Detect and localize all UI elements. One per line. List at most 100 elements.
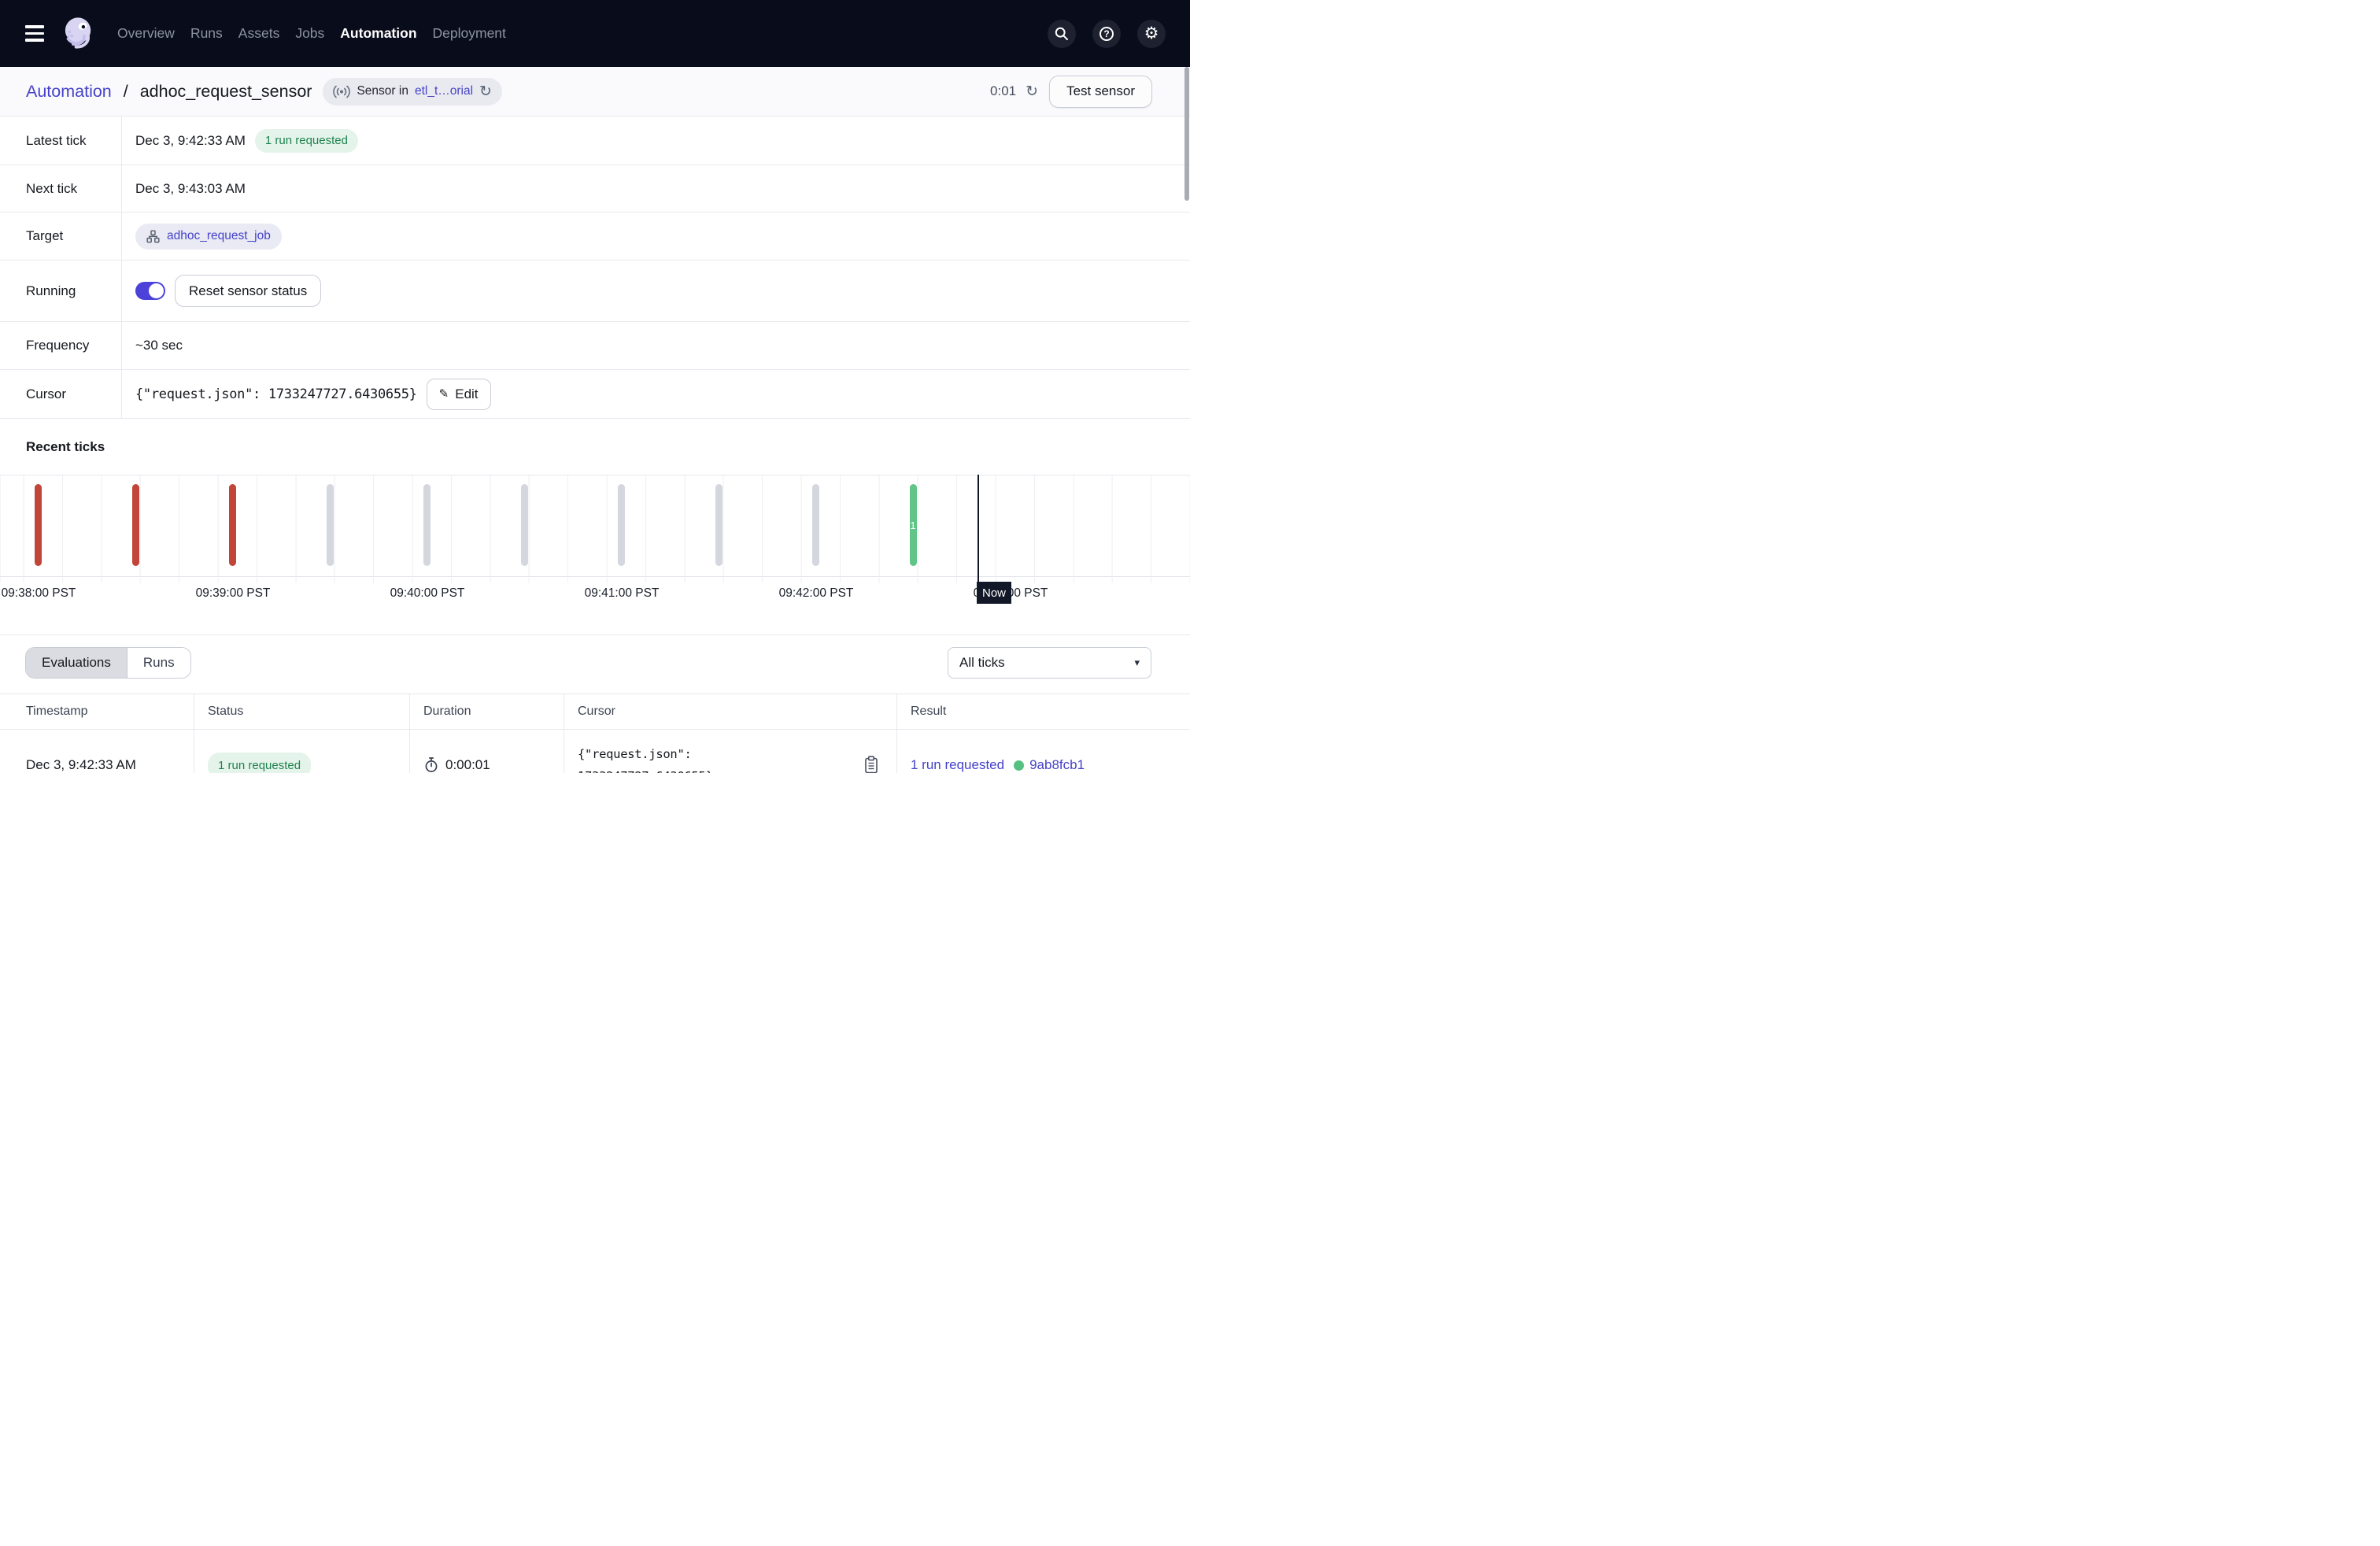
tick-bar-skipped[interactable] (423, 484, 431, 566)
tab-evaluations[interactable]: Evaluations (26, 648, 128, 678)
cell-cursor-line2: 1733247727.6430655} (578, 769, 713, 773)
tick-bar-skipped[interactable] (521, 484, 528, 566)
edit-cursor-button[interactable]: ✎ Edit (427, 379, 491, 410)
nav-item-assets[interactable]: Assets (238, 25, 280, 42)
gear-icon: ⚙ (1144, 25, 1159, 42)
table-row: Dec 3, 9:42:33 AM 1 run requested 0:00:0… (0, 730, 1190, 773)
x-axis-labels: 09:38:00 PST 09:39:00 PST 09:40:00 PST 09:4… (0, 586, 1190, 604)
property-row-cursor: Cursor {"request.json": 1733247727.64306… (0, 370, 1190, 419)
tick-bar-failure[interactable] (229, 484, 236, 566)
now-badge: Now (977, 582, 1011, 604)
tick-bar-skipped[interactable] (618, 484, 625, 566)
table-header-row: Timestamp Status Duration Cursor Result (0, 694, 1190, 730)
tick-filter-value: All ticks (959, 655, 1005, 671)
breadcrumb: Automation / adhoc_request_sensor (26, 82, 312, 102)
cell-duration: 0:00:01 (445, 757, 490, 773)
evaluations-controls: Evaluations Runs All ticks ▾ (0, 647, 1190, 679)
tick-bar-skipped[interactable] (812, 484, 819, 566)
scrollbar-thumb[interactable] (1184, 67, 1189, 201)
property-row-frequency: Frequency ~30 sec (0, 322, 1190, 370)
property-row-latest-tick: Latest tick Dec 3, 9:42:33 AM 1 run requ… (0, 117, 1190, 165)
tick-filter-dropdown[interactable]: All ticks ▾ (948, 647, 1151, 679)
x-axis-label: 09:39:00 PST (196, 586, 271, 601)
nav-item-overview[interactable]: Overview (117, 25, 175, 42)
reset-sensor-status-button[interactable]: Reset sensor status (175, 275, 321, 307)
evaluations-runs-segmented-control: Evaluations Runs (25, 647, 191, 679)
search-icon (1054, 26, 1070, 42)
property-row-next-tick: Next tick Dec 3, 9:43:03 AM (0, 165, 1190, 213)
job-icon (146, 230, 160, 243)
x-axis-label: 09:40:00 PST (390, 586, 465, 601)
section-divider (0, 634, 1190, 635)
column-header-duration: Duration (409, 694, 564, 729)
stopwatch-icon (423, 756, 439, 773)
property-label: Target (0, 213, 122, 260)
property-label: Latest tick (0, 117, 122, 165)
help-icon: ? (1099, 27, 1114, 41)
breadcrumb-separator: / (124, 82, 128, 101)
property-label: Cursor (0, 370, 122, 418)
property-label: Next tick (0, 165, 122, 212)
nav-item-jobs[interactable]: Jobs (295, 25, 324, 42)
poll-countdown: 0:01 (990, 83, 1016, 99)
breadcrumb-automation-link[interactable]: Automation (26, 82, 112, 101)
sensor-badge-label: Sensor in (357, 84, 408, 98)
search-button[interactable] (1048, 20, 1076, 48)
sensor-icon (333, 85, 350, 98)
latest-tick-value: Dec 3, 9:42:33 AM (135, 133, 246, 149)
result-requested-link[interactable]: 1 run requested (911, 757, 1004, 773)
copy-cursor-icon[interactable] (863, 756, 879, 773)
x-axis-label: 09:42:00 PST (779, 586, 854, 601)
tick-bar-failure[interactable] (132, 484, 139, 566)
status-badge: 1 run requested (208, 753, 311, 774)
now-marker-line (978, 475, 979, 582)
running-toggle[interactable] (135, 282, 165, 300)
tick-bar-success[interactable]: 1 (910, 484, 917, 566)
page-title: adhoc_request_sensor (140, 82, 312, 101)
run-status-dot (1014, 760, 1024, 771)
dagster-logo-icon[interactable] (61, 15, 98, 52)
evaluations-table: Timestamp Status Duration Cursor Result … (0, 693, 1190, 773)
column-header-cursor: Cursor (564, 694, 896, 729)
settings-button[interactable]: ⚙ (1137, 20, 1166, 48)
tick-bar-skipped[interactable] (327, 484, 334, 566)
tick-bar-failure[interactable] (35, 484, 42, 566)
pencil-icon: ✎ (439, 388, 449, 400)
result-run-id-link[interactable]: 9ab8fcb1 (1029, 757, 1085, 773)
test-sensor-button[interactable]: Test sensor (1049, 76, 1152, 108)
frequency-value: ~30 sec (135, 338, 183, 353)
tab-runs[interactable]: Runs (128, 648, 190, 678)
recent-ticks-heading: Recent ticks (26, 439, 105, 455)
chevron-down-icon: ▾ (1134, 656, 1140, 669)
cursor-value: {"request.json": 1733247727.6430655} (135, 386, 417, 402)
reload-location-icon[interactable]: ↻ (479, 84, 492, 99)
column-header-timestamp: Timestamp (0, 694, 194, 729)
hamburger-menu-icon[interactable] (25, 25, 44, 42)
tick-bar-skipped[interactable] (715, 484, 722, 566)
nav-links: Overview Runs Assets Jobs Automation Dep… (117, 25, 506, 42)
cell-cursor-line1: {"request.json": (578, 747, 713, 761)
property-row-running: Running Reset sensor status (0, 261, 1190, 322)
code-location-link[interactable]: etl_t…orial (415, 84, 473, 98)
cell-timestamp: Dec 3, 9:42:33 AM (0, 730, 194, 773)
vertical-scrollbar[interactable] (1184, 67, 1190, 773)
x-axis-label: 09:41:00 PST (585, 586, 660, 601)
sensor-location-badge: Sensor in etl_t…orial ↻ (323, 78, 502, 105)
property-label: Running (0, 261, 122, 321)
property-label: Frequency (0, 322, 122, 369)
nav-item-runs[interactable]: Runs (190, 25, 223, 42)
x-axis-label: 09:38:00 PST (2, 586, 76, 601)
column-header-result: Result (896, 694, 1190, 729)
property-row-target: Target adhoc_request_job (0, 213, 1190, 261)
top-nav: Overview Runs Assets Jobs Automation Dep… (0, 0, 1190, 67)
x-axis-tickmarks (0, 578, 1190, 583)
sensor-properties: Latest tick Dec 3, 9:42:33 AM 1 run requ… (0, 117, 1190, 419)
page-header: Automation / adhoc_request_sensor Sensor… (0, 67, 1190, 117)
target-job-link[interactable]: adhoc_request_job (167, 229, 271, 243)
column-header-status: Status (194, 694, 409, 729)
target-job-pill[interactable]: adhoc_request_job (135, 224, 282, 250)
refresh-icon[interactable]: ↻ (1026, 84, 1038, 99)
nav-item-deployment[interactable]: Deployment (433, 25, 506, 42)
nav-item-automation[interactable]: Automation (340, 25, 416, 42)
help-button[interactable]: ? (1092, 20, 1121, 48)
